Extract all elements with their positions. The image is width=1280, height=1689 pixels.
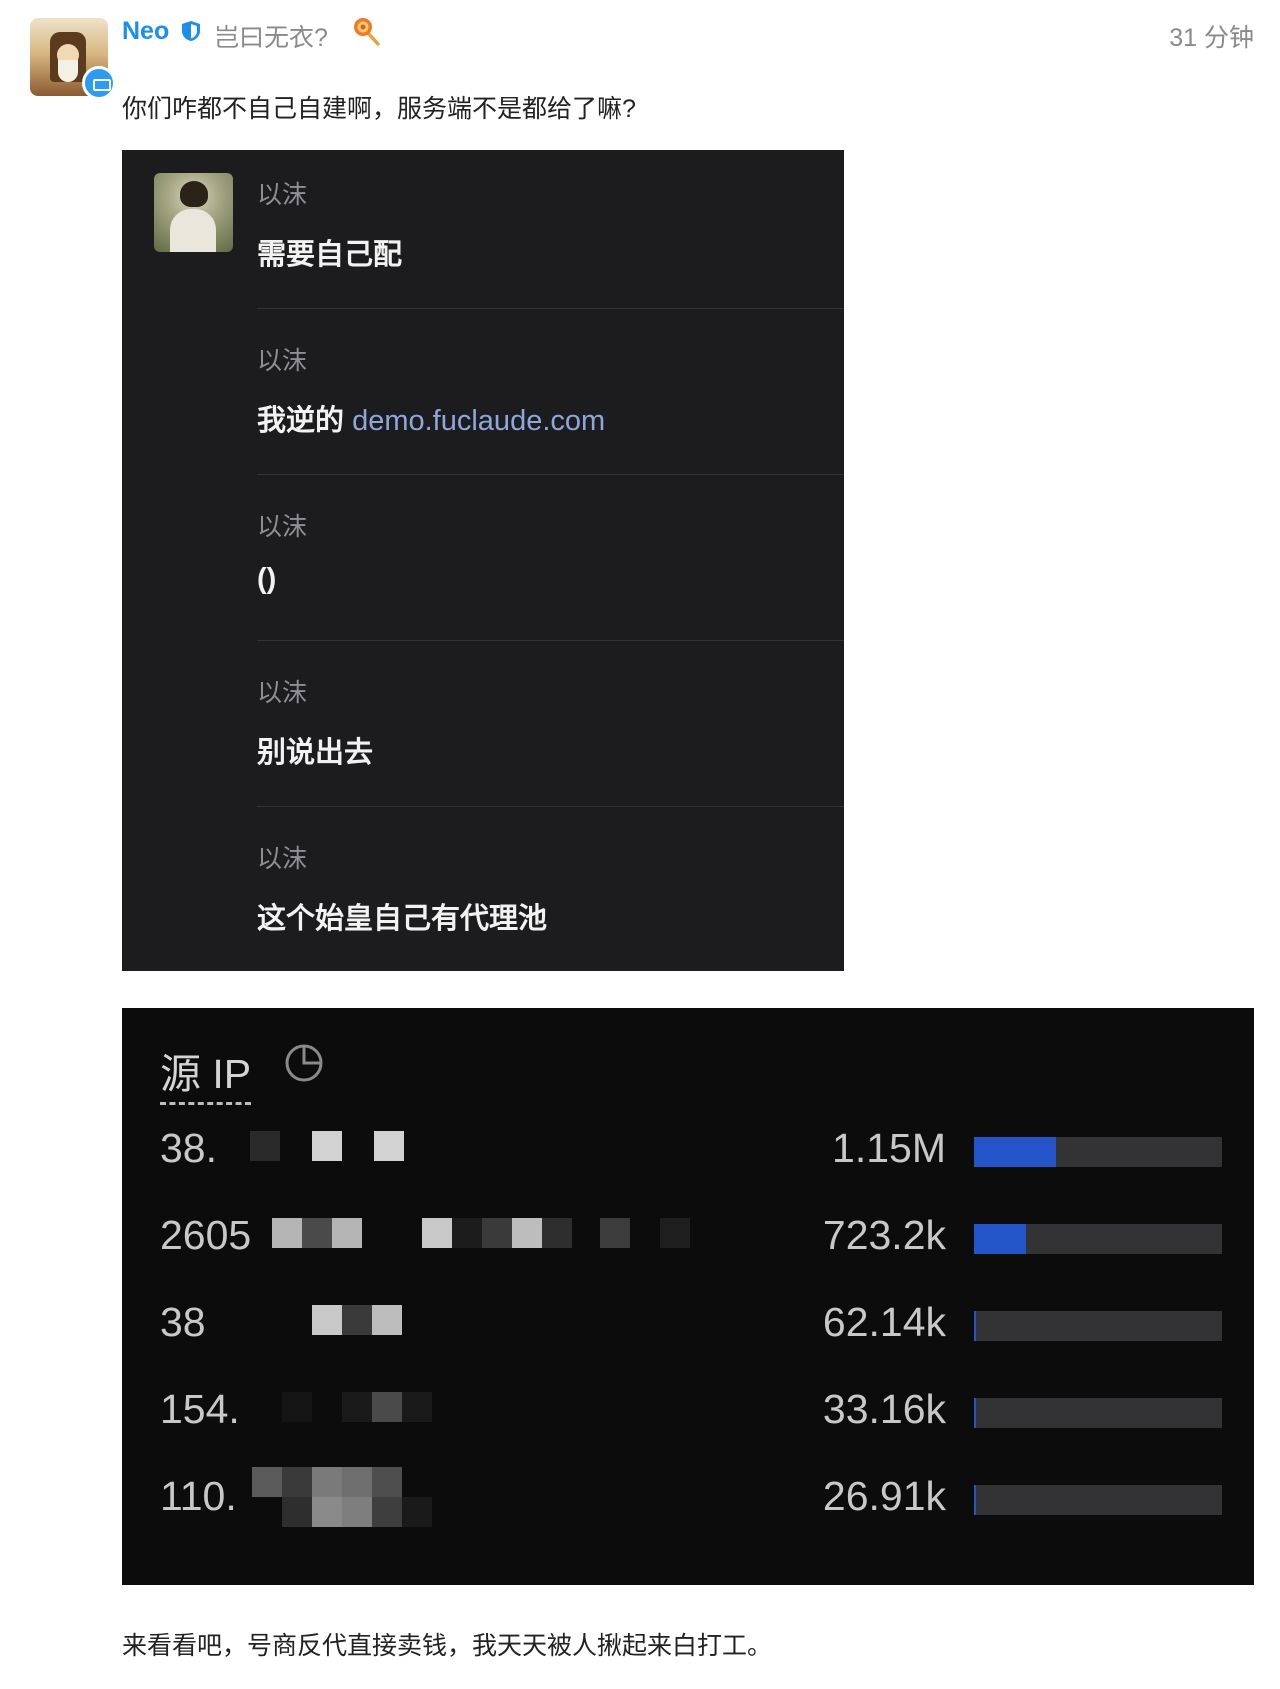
ip-redaction [250,1467,550,1527]
usage-bar [974,1137,1222,1167]
message-text: 别说出去 [257,737,374,769]
ip-address: 2605 [160,1212,252,1258]
usage-bar [974,1398,1222,1428]
message-text: 这个始皇自己有代理池 [257,903,548,935]
stats-title: 源 IP [160,1040,252,1105]
message-sender: 以沫 [257,347,308,375]
ip-redaction [250,1305,550,1339]
message-divider [257,640,844,641]
stats-row: 2605 723.2k [122,1202,1254,1272]
ip-address: 38. [160,1125,217,1171]
message-sender: 以沫 [257,845,308,873]
request-count: 26.91k [822,1473,946,1519]
message-text: () [257,563,277,595]
message-link[interactable]: demo.fuclaude.com [352,405,605,437]
message-divider [257,474,844,475]
user-title: 岂曰无衣? [214,24,328,52]
shield-icon [182,21,200,41]
message-text: 需要自己配 [257,239,403,271]
request-count: 62.14k [822,1299,946,1345]
message-divider [257,806,844,807]
post: Neo 岂曰无衣? 31 分钟 你们咋都不自己自建啊，服务端不是都给了嘛? 以沫… [0,0,1280,1689]
post-footer-text: 来看看吧，号商反代直接卖钱，我天天被人揪起来白打工。 [122,1632,773,1660]
message-divider [257,308,844,309]
usage-bar-fill [974,1485,976,1515]
ip-redaction [250,1392,550,1426]
avatar-beard [58,60,78,82]
ip-address: 154. [160,1386,240,1432]
request-count: 723.2k [822,1212,946,1258]
stats-row: 38. 1.15M [122,1115,1254,1185]
stats-row: 110. 26.91k [122,1463,1254,1533]
message-text: 我逆的 demo.fuclaude.com [257,397,605,439]
battery-icon [82,66,116,100]
usage-bar [974,1485,1222,1515]
username[interactable]: Neo [122,17,169,46]
stats-row: 38 62.14k [122,1289,1254,1359]
lollipop-icon [354,18,380,46]
usage-bar [974,1224,1222,1254]
post-body-text: 你们咋都不自己自建啊，服务端不是都给了嘛? [122,95,636,123]
request-count: 33.16k [822,1386,946,1432]
ip-redaction [250,1131,550,1165]
usage-bar-fill [974,1224,1026,1254]
request-count: 1.15M [832,1125,946,1171]
message-text-prefix: 我逆的 [257,405,345,437]
stats-screenshot[interactable]: 源 IP 38. 1.15M 2605 723.2k 38 62.14k 154… [122,1008,1254,1585]
ip-address: 38 [160,1299,206,1345]
usage-bar-fill [974,1311,976,1341]
usage-bar-fill [974,1137,1056,1167]
usage-bar [974,1311,1222,1341]
message-sender: 以沫 [257,679,308,707]
stats-row: 154. 33.16k [122,1376,1254,1446]
message-sender: 以沫 [257,513,308,541]
pie-chart-icon [285,1044,323,1082]
ip-address: 110. [160,1473,237,1519]
ip-redaction [250,1218,720,1252]
usage-bar-fill [974,1398,976,1428]
chat-avatar [154,173,233,252]
chat-screenshot[interactable]: 以沫 需要自己配 以沫 我逆的 demo.fuclaude.com 以沫 () … [122,150,844,971]
message-sender: 以沫 [257,181,308,209]
post-timestamp: 31 分钟 [1169,24,1254,52]
